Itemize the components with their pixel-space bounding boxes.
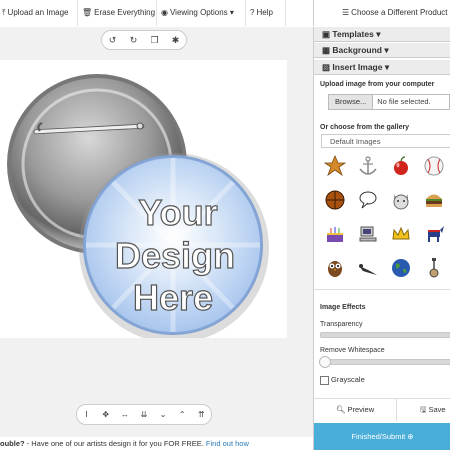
background-menu[interactable]: ▦ Background ▾ [314,43,450,58]
eye-icon: ◉ [161,8,168,17]
basketball-icon[interactable] [324,189,346,211]
text-cursor-icon[interactable]: Ⅰ [79,410,95,419]
viewing-options-button[interactable]: ◉ Viewing Options ▾ [157,0,246,26]
image-gallery [322,153,450,281]
chevron-up-double-icon[interactable]: ⇈ [193,410,209,419]
sheriff-star-icon[interactable] [324,155,346,177]
guitar-icon[interactable] [423,257,445,279]
templates-menu[interactable]: ▣ Templates ▾ [314,27,450,42]
help-button[interactable]: ? Help [246,0,286,26]
help-icon: ? [250,8,255,17]
redo-icon[interactable]: ↻ [125,35,143,46]
divider [314,289,450,290]
insert-image-menu[interactable]: ▨ Insert Image ▾ [314,60,450,75]
design-canvas-area: ↺ ↻ ❐ ✱ Your Design Here Ⅰ ✥ ↔ ⇊ ⌄ ⌃ ⇈ [0,27,313,437]
finished-submit-button[interactable]: Finished/Submit ⊕ [314,423,450,450]
baseball-icon[interactable] [423,155,445,177]
cat-face-icon[interactable] [390,189,412,211]
chevron-down-icon[interactable]: ⌄ [155,410,171,419]
resize-horizontal-icon[interactable]: ↔ [117,410,133,419]
save-button[interactable]: 🖫 Save [396,398,450,420]
upload-icon: ⤒ [2,8,6,17]
image-icon: ▨ [322,62,333,72]
search-icon: 🔍︎ [335,405,348,414]
button-text-line-2: Design [115,235,235,276]
whitespace-label: Remove Whitespace [320,347,385,354]
gallery-select[interactable]: Default Images [321,134,450,148]
footer-message: - Have one of our artists design it for … [24,439,206,448]
history-controls: ↺ ↻ ❐ ✱ [101,30,187,50]
earth-globe-icon[interactable] [390,257,412,279]
trash-icon: 🗑 [82,8,93,17]
settings-icon[interactable]: ✱ [167,35,185,46]
chevron-down-double-icon[interactable]: ⇊ [136,410,152,419]
upload-image-button[interactable]: ⤒ Upload an Image [0,0,78,26]
owl-icon[interactable] [324,257,346,279]
slider-handle[interactable] [319,356,331,368]
move-icon[interactable]: ✥ [98,410,114,419]
find-out-how-link[interactable]: Find out how [206,439,249,448]
help-footer: ouble? - Have one of our artists design … [0,437,313,450]
file-status: No file selected. [377,97,431,106]
footer-prefix: ouble? [0,439,25,448]
button-preview-image: Your Design Here [7,74,269,343]
anchor-icon[interactable] [357,155,379,177]
checkbox-box[interactable] [320,375,329,385]
democrat-donkey-icon[interactable] [423,223,445,245]
hamburger-icon[interactable] [423,189,445,211]
caret-down-icon: ▾ [382,45,389,55]
birthday-cake-icon[interactable] [324,223,346,245]
browse-button[interactable]: Browse... [329,95,374,109]
caret-down-icon: ▾ [382,62,390,72]
choose-product-button[interactable]: ☰ Choose a Different Product [313,0,450,26]
upload-heading: Upload image from your computer [320,81,435,88]
grayscale-checkbox[interactable]: Grayscale [320,375,365,385]
bird-icon[interactable] [357,257,379,279]
object-tools: Ⅰ ✥ ↔ ⇊ ⌄ ⌃ ⇈ [76,404,212,425]
undo-icon[interactable]: ↺ [104,35,122,46]
erase-everything-button[interactable]: 🗑 Erase Everything [78,0,157,26]
whitespace-slider[interactable] [319,356,450,368]
computer-icon[interactable] [357,223,379,245]
sidebar: ▣ Templates ▾ ▦ Background ▾ ▨ Insert Im… [313,27,450,450]
crown-icon[interactable] [390,223,412,245]
background-icon: ▦ [322,45,333,55]
effects-heading: Image Effects [320,304,366,311]
apple-icon[interactable] [390,155,412,177]
caret-down-icon: ▾ [227,8,234,17]
speech-bubble-icon[interactable] [357,189,379,211]
copy-icon[interactable]: ❐ [146,35,164,46]
gallery-heading: Or choose from the gallery [320,124,410,131]
submit-arrow-icon: ⊕ [405,432,414,441]
chevron-up-icon[interactable]: ⌃ [174,410,190,419]
button-text-line-1: Your [138,192,217,233]
transparency-label: Transparency [320,321,363,328]
file-input[interactable]: Browse... No file selected. [328,94,450,110]
button-text-line-3: Here [133,277,213,318]
list-icon: ☰ [342,8,350,17]
top-toolbar: ⤒ Upload an Image 🗑 Erase Everything ◉ View… [0,0,450,28]
templates-icon: ▣ [322,29,333,39]
caret-down-icon: ▾ [373,29,381,39]
design-canvas[interactable]: Your Design Here [0,60,287,343]
transparency-slider[interactable] [320,332,450,338]
preview-button[interactable]: 🔍︎ Preview [314,398,397,421]
